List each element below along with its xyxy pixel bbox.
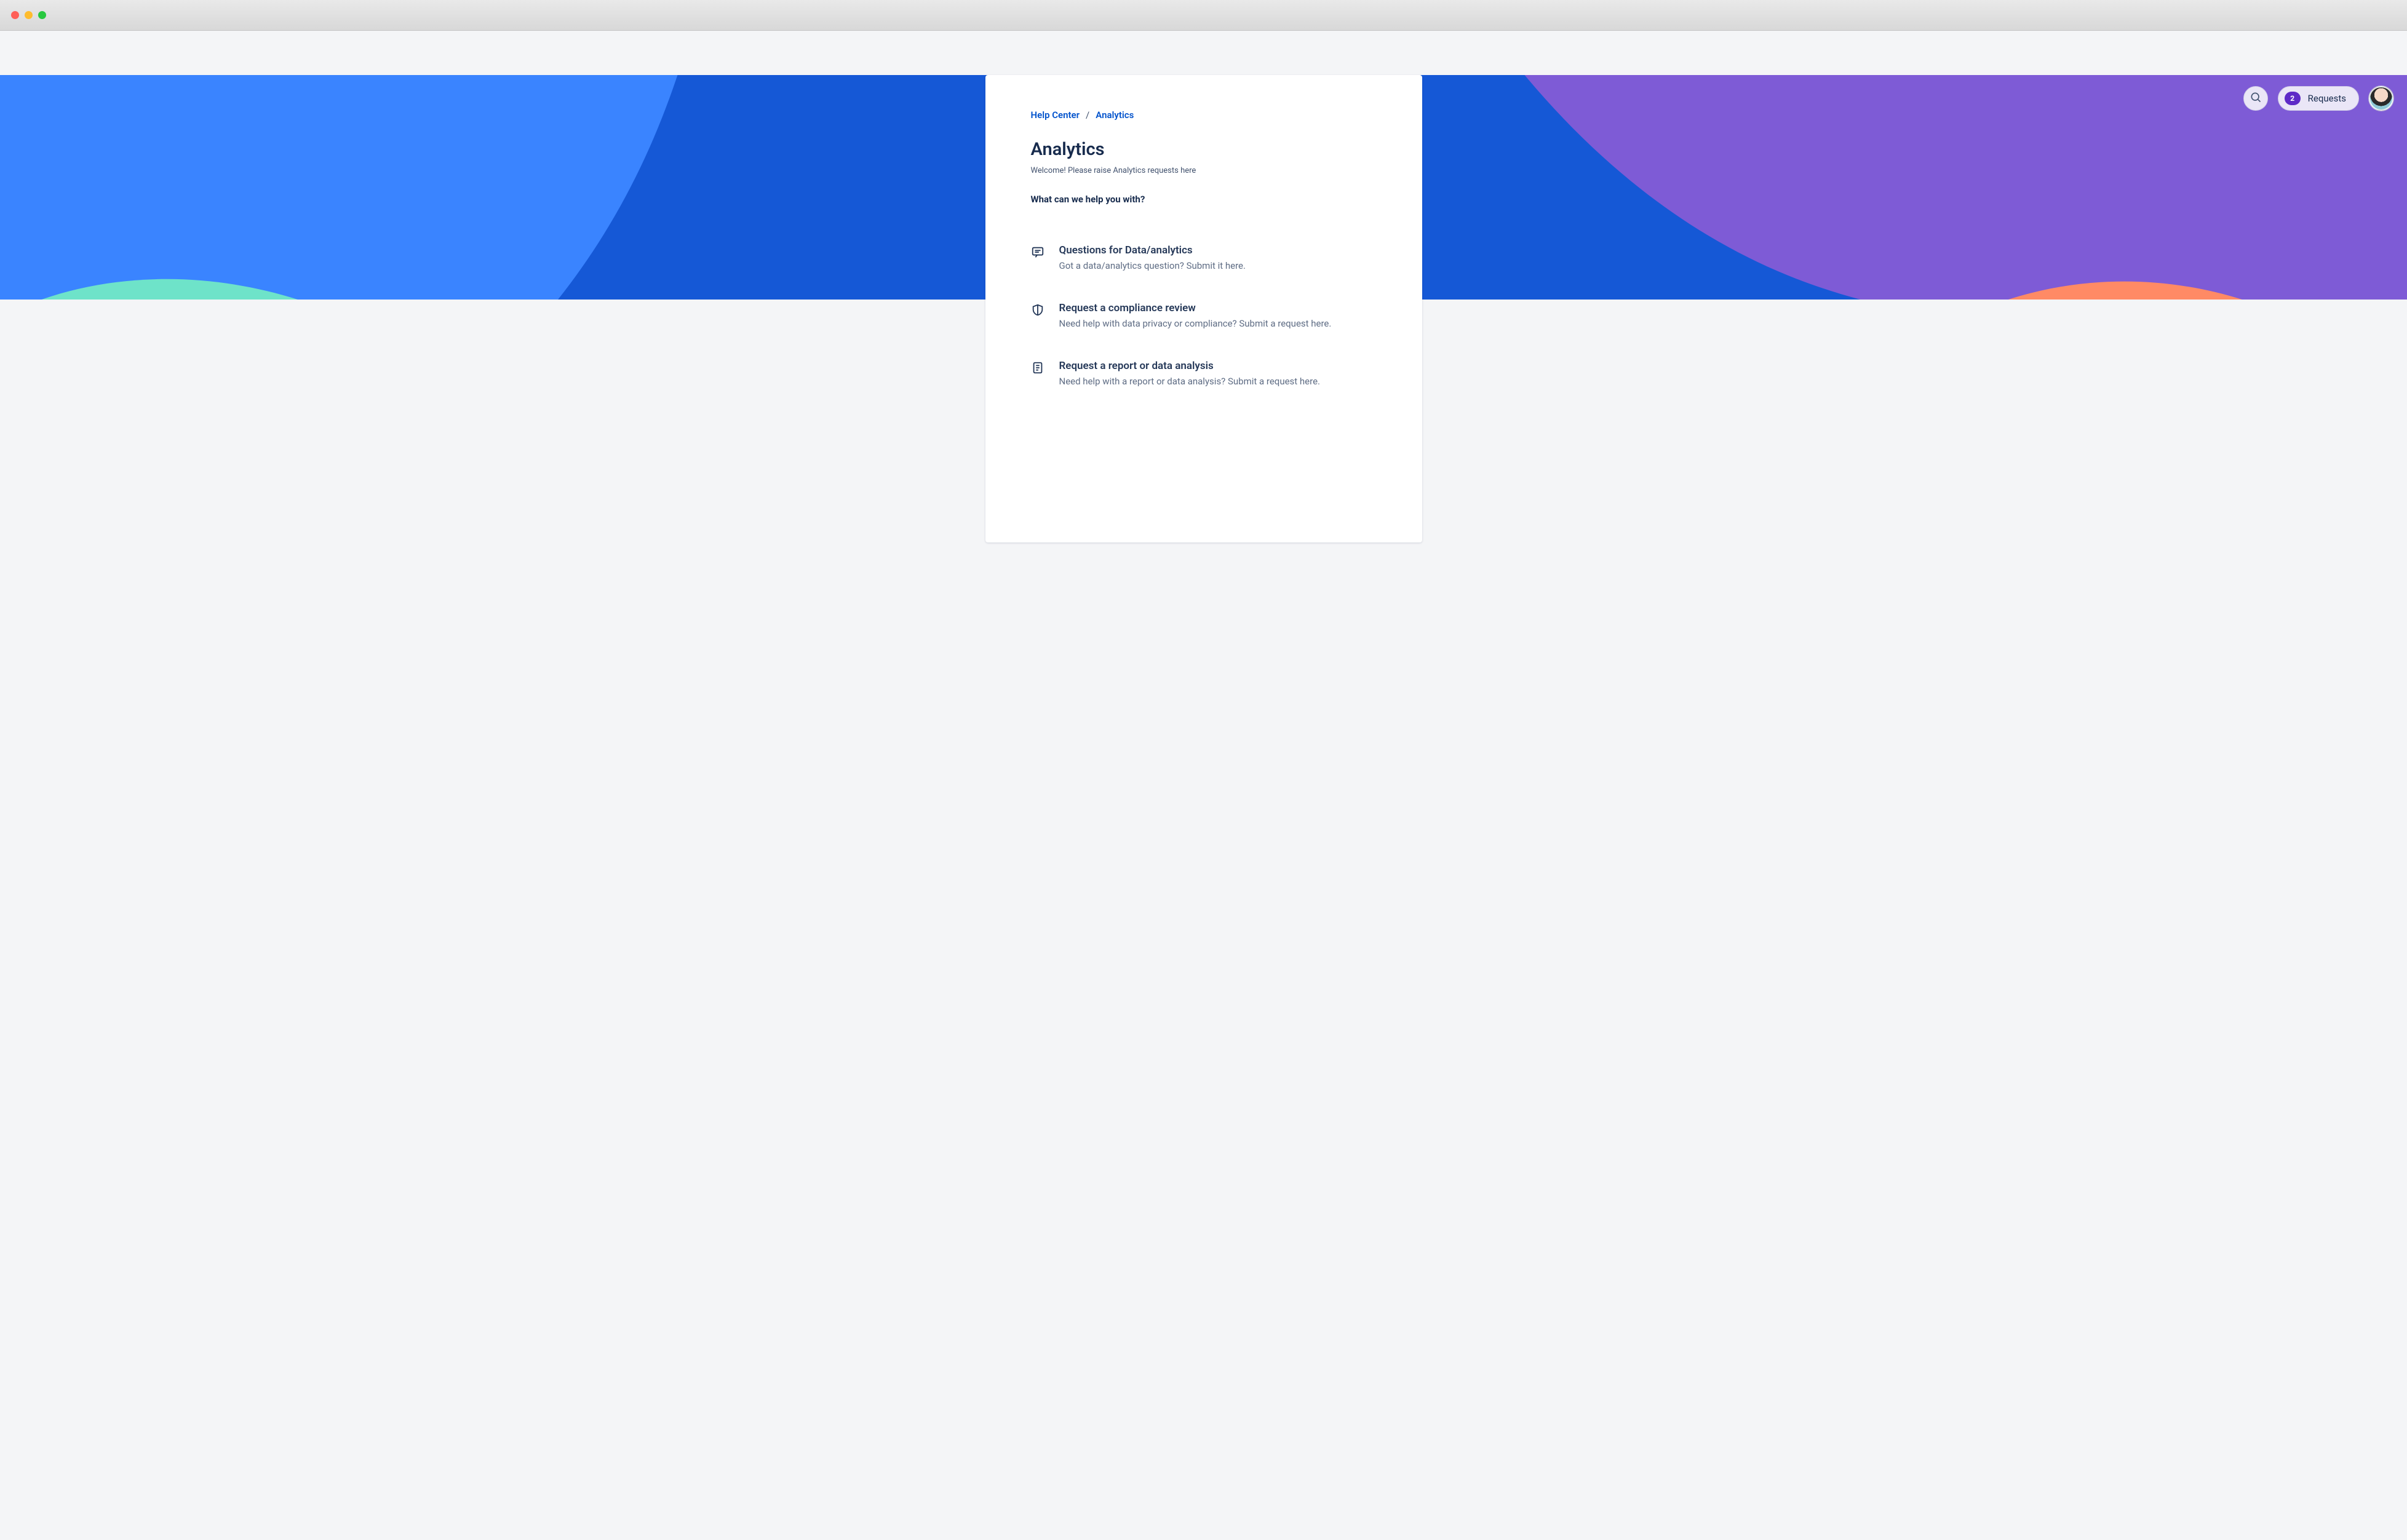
requests-label: Requests xyxy=(2308,93,2346,104)
request-option-compliance[interactable]: Request a compliance review Need help wi… xyxy=(1031,293,1377,340)
request-option-title: Request a report or data analysis xyxy=(1059,360,1320,372)
breadcrumb: Help Center / Analytics xyxy=(1031,109,1377,121)
request-option-report[interactable]: Request a report or data analysis Need h… xyxy=(1031,351,1377,398)
request-option-desc: Need help with data privacy or complianc… xyxy=(1059,318,1332,329)
avatar[interactable] xyxy=(2369,86,2393,111)
request-option-questions[interactable]: Questions for Data/analytics Got a data/… xyxy=(1031,236,1377,282)
breadcrumb-current-link[interactable]: Analytics xyxy=(1096,109,1134,121)
window-close-button[interactable] xyxy=(11,11,19,19)
page-subtitle: Welcome! Please raise Analytics requests… xyxy=(1031,166,1377,175)
page-title: Analytics xyxy=(1031,139,1377,160)
shield-icon xyxy=(1031,303,1044,317)
request-option-title: Request a compliance review xyxy=(1059,302,1332,314)
request-option-desc: Got a data/analytics question? Submit it… xyxy=(1059,260,1246,271)
window-minimize-button[interactable] xyxy=(25,11,33,19)
main-card: Help Center / Analytics Analytics Welcom… xyxy=(985,75,1422,542)
window-zoom-button[interactable] xyxy=(38,11,46,19)
breadcrumb-root-link[interactable]: Help Center xyxy=(1031,109,1080,121)
search-icon xyxy=(2250,91,2262,106)
requests-button[interactable]: 2 Requests xyxy=(2278,86,2359,111)
document-icon xyxy=(1031,361,1044,375)
request-option-desc: Need help with a report or data analysis… xyxy=(1059,376,1320,387)
help-prompt: What can we help you with? xyxy=(1031,194,1377,205)
request-option-title: Questions for Data/analytics xyxy=(1059,244,1246,256)
breadcrumb-separator: / xyxy=(1086,109,1089,121)
requests-count-badge: 2 xyxy=(2285,92,2301,105)
search-button[interactable] xyxy=(2243,86,2268,111)
chat-icon xyxy=(1031,245,1044,259)
window-titlebar xyxy=(0,0,2407,31)
